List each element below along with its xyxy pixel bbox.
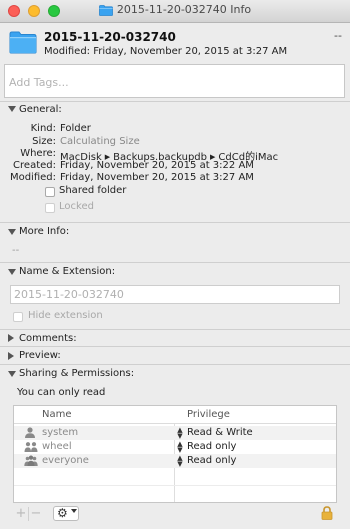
- divider: [0, 222, 350, 223]
- hide-extension-checkbox[interactable]: [13, 312, 23, 322]
- table-row[interactable]: everyone ▲ ▼ Read only: [14, 454, 336, 468]
- kind-value: Folder: [60, 123, 91, 134]
- comments-section-title[interactable]: Comments:: [19, 333, 77, 344]
- user-name: system: [42, 427, 79, 438]
- divider: [0, 346, 350, 347]
- up-down-arrows-icon: ▲ ▼: [177, 426, 183, 440]
- permissions-table: Name Privilege system ▲ ▼ Read & Write wh…: [13, 405, 337, 503]
- up-down-arrows-icon: ▲ ▼: [177, 440, 183, 454]
- window-title: 2015-11-20-032740 Info: [116, 3, 252, 16]
- everyone-icon: [24, 455, 38, 469]
- action-menu-button[interactable]: ⚙: [53, 506, 79, 521]
- created-label: Created:: [13, 160, 56, 171]
- add-user-button[interactable]: +: [14, 507, 28, 521]
- size-label: Size:: [32, 136, 56, 147]
- user-name: wheel: [42, 441, 72, 452]
- table-row[interactable]: system ▲ ▼ Read & Write: [14, 426, 336, 440]
- name-extension-section-title[interactable]: Name & Extension:: [19, 266, 115, 277]
- general-section-title[interactable]: General:: [19, 104, 62, 115]
- privilege-popup[interactable]: Read only: [187, 441, 236, 452]
- preview-disclosure-triangle[interactable]: [8, 352, 14, 360]
- item-name: 2015-11-20-032740: [44, 30, 176, 44]
- shared-folder-checkbox[interactable]: [45, 187, 55, 197]
- window-title-group: 2015-11-20-032740 Info: [0, 3, 350, 16]
- preview-section-title[interactable]: Preview:: [19, 350, 61, 361]
- more-info-disclosure-triangle[interactable]: [8, 229, 16, 235]
- divider: [0, 364, 350, 365]
- size-value: Calculating Size: [60, 136, 140, 147]
- user-name: everyone: [42, 455, 89, 466]
- where-label: Where:: [20, 148, 56, 159]
- folder-icon: [9, 31, 37, 57]
- title-bar: 2015-11-20-032740 Info: [0, 0, 350, 23]
- locked-checkbox[interactable]: [45, 203, 55, 213]
- created-value: Friday, November 20, 2015 at 3:22 AM: [60, 160, 254, 171]
- modified-label: Modified:: [9, 172, 56, 183]
- hide-extension-label: Hide extension: [28, 310, 103, 321]
- lock-icon[interactable]: [321, 506, 333, 523]
- table-row[interactable]: wheel ▲ ▼ Read only: [14, 440, 336, 454]
- chevron-down-icon: [71, 509, 77, 513]
- divider: [0, 329, 350, 330]
- up-down-arrows-icon: ▲ ▼: [177, 454, 183, 468]
- tags-input[interactable]: [4, 64, 345, 98]
- general-disclosure-triangle[interactable]: [8, 106, 16, 112]
- folder-icon: [98, 5, 113, 16]
- info-header: 2015-11-20-032740 -- Modified: Friday, N…: [0, 23, 350, 65]
- locked-label: Locked: [59, 201, 94, 212]
- privilege-popup[interactable]: Read only: [187, 455, 236, 466]
- kind-label: Kind:: [30, 123, 56, 134]
- modified-value: Friday, November 20, 2015 at 3:27 AM: [60, 172, 254, 183]
- modified-summary: Modified: Friday, November 20, 2015 at 3…: [44, 46, 288, 57]
- sharing-section-title[interactable]: Sharing & Permissions:: [19, 368, 134, 379]
- name-extension-disclosure-triangle[interactable]: [8, 269, 16, 275]
- group-icon: [24, 441, 38, 455]
- shared-folder-label: Shared folder: [59, 185, 127, 196]
- more-info-section-title[interactable]: More Info:: [19, 226, 69, 237]
- divider: [0, 101, 350, 102]
- divider: [0, 262, 350, 263]
- permission-status: You can only read: [17, 387, 106, 398]
- table-header: Name Privilege: [14, 406, 336, 424]
- privilege-column-header[interactable]: Privilege: [187, 409, 230, 420]
- privilege-popup[interactable]: Read & Write: [187, 427, 253, 438]
- gear-icon: ⚙: [57, 506, 68, 520]
- sharing-disclosure-triangle[interactable]: [8, 371, 16, 377]
- item-size: --: [334, 29, 342, 42]
- more-info-value: --: [12, 245, 20, 256]
- user-icon: [24, 427, 36, 441]
- comments-disclosure-triangle[interactable]: [8, 334, 14, 342]
- name-extension-field[interactable]: [10, 285, 340, 304]
- remove-user-button[interactable]: −: [28, 507, 43, 521]
- divider: [14, 485, 336, 486]
- name-column-header[interactable]: Name: [42, 409, 72, 420]
